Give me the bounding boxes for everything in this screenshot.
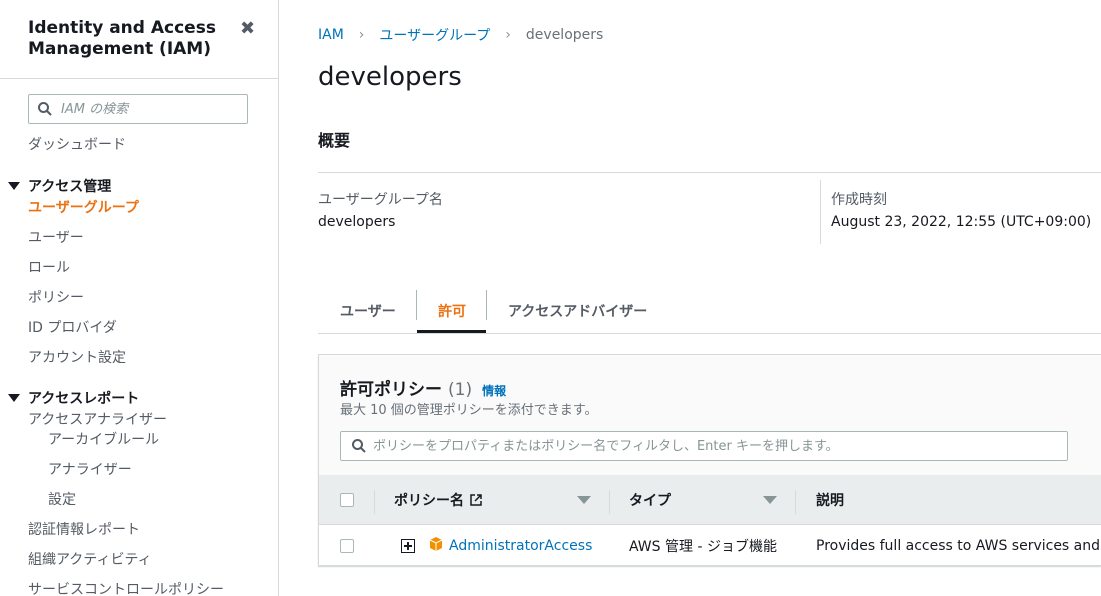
sidebar-search-input[interactable] bbox=[61, 101, 231, 117]
sidebar-section-access-management[interactable]: アクセス管理 bbox=[8, 176, 111, 196]
sidebar-item-policies[interactable]: ポリシー bbox=[28, 287, 84, 307]
column-separator bbox=[609, 490, 610, 514]
summary-divider bbox=[318, 172, 1101, 173]
panel-description: 最大 10 個の管理ポリシーを添付できます。 bbox=[340, 403, 598, 418]
policy-description: Provides full access to AWS services and… bbox=[816, 538, 1101, 554]
sidebar-section-label: アクセスレポート bbox=[28, 391, 140, 407]
info-link[interactable]: 情報 bbox=[482, 382, 506, 399]
sidebar-search[interactable] bbox=[28, 94, 248, 124]
breadcrumb-user-groups[interactable]: ユーザーグループ bbox=[379, 25, 490, 45]
page-title: developers bbox=[318, 62, 462, 92]
sort-caret-icon[interactable] bbox=[763, 496, 777, 504]
sidebar-item-dashboard[interactable]: ダッシュボード bbox=[28, 134, 126, 154]
table-header: ポリシー名 タイプ 説明 bbox=[319, 475, 1101, 525]
group-name-value: developers bbox=[318, 214, 396, 230]
sidebar-item-analyzers[interactable]: アナライザー bbox=[48, 459, 132, 479]
column-separator bbox=[374, 490, 375, 514]
sidebar-item-identity-providers[interactable]: ID プロバイダ bbox=[28, 317, 117, 337]
sidebar-item-archive-rules[interactable]: アーカイブルール bbox=[48, 429, 159, 449]
tab-separator bbox=[486, 290, 487, 320]
sidebar-item-user-groups[interactable]: ユーザーグループ bbox=[28, 197, 139, 217]
chevron-right-icon: › bbox=[505, 27, 511, 43]
column-header-description[interactable]: 説明 bbox=[816, 475, 844, 525]
breadcrumb: IAM › ユーザーグループ › developers bbox=[318, 25, 603, 45]
column-header-type[interactable]: タイプ bbox=[629, 475, 671, 525]
sidebar-item-access-analyzer[interactable]: アクセスアナライザー bbox=[28, 409, 167, 429]
summary-column-divider bbox=[820, 180, 821, 244]
caret-down-icon bbox=[8, 182, 20, 190]
sidebar-item-organization-activity[interactable]: 組織アクティビティ bbox=[28, 549, 152, 569]
expand-icon[interactable] bbox=[401, 539, 415, 553]
sidebar-item-credential-report[interactable]: 認証情報レポート bbox=[28, 519, 140, 539]
policy-type: AWS 管理 - ジョブ機能 bbox=[629, 539, 777, 555]
sidebar-divider bbox=[0, 78, 279, 79]
column-header-policy-name[interactable]: ポリシー名 bbox=[394, 475, 483, 525]
sidebar-item-roles[interactable]: ロール bbox=[28, 257, 70, 277]
column-header-label: ポリシー名 bbox=[394, 493, 464, 509]
tab-permissions[interactable]: 許可 bbox=[438, 288, 466, 333]
panel-header: 許可ポリシー (1) 情報 最大 10 個の管理ポリシーを添付できます。 bbox=[319, 355, 1101, 475]
sidebar-item-account-settings[interactable]: アカウント設定 bbox=[28, 347, 126, 367]
search-icon bbox=[352, 439, 366, 453]
column-separator bbox=[795, 490, 796, 514]
panel-title-text: 許可ポリシー bbox=[340, 380, 442, 400]
external-link-icon bbox=[470, 494, 482, 506]
policy-count: (1) bbox=[448, 380, 473, 400]
permission-policies-panel: 許可ポリシー (1) 情報 最大 10 個の管理ポリシーを添付できます。 ポリシ… bbox=[318, 354, 1101, 566]
close-icon[interactable]: ✖ bbox=[240, 18, 255, 39]
chevron-right-icon: › bbox=[358, 27, 365, 43]
tab-access-advisor[interactable]: アクセスアドバイザー bbox=[508, 288, 647, 333]
sidebar-title: Identity and Access Management (IAM) bbox=[28, 18, 216, 59]
group-name-label: ユーザーグループ名 bbox=[318, 192, 443, 208]
sidebar-section-label: アクセス管理 bbox=[28, 179, 112, 195]
sidebar: Identity and Access Management (IAM) ✖ ダ… bbox=[0, 0, 279, 596]
breadcrumb-iam[interactable]: IAM bbox=[318, 27, 344, 43]
tab-separator bbox=[416, 290, 417, 320]
sidebar-item-analyzer-settings[interactable]: 設定 bbox=[48, 489, 76, 509]
breadcrumb-current: developers bbox=[525, 27, 604, 43]
policy-filter-input[interactable] bbox=[373, 438, 1063, 454]
table-row: AdministratorAccess AWS 管理 - ジョブ機能 Provi… bbox=[319, 526, 1101, 566]
sidebar-item-users[interactable]: ユーザー bbox=[28, 227, 84, 247]
row-checkbox[interactable] bbox=[340, 539, 354, 553]
tab-users[interactable]: ユーザー bbox=[340, 288, 396, 333]
panel-title: 許可ポリシー (1) 情報 bbox=[340, 375, 506, 400]
tab-bar: ユーザー 許可 アクセスアドバイザー bbox=[318, 288, 1101, 334]
summary-title: 概要 bbox=[318, 131, 351, 150]
sidebar-section-access-reports[interactable]: アクセスレポート bbox=[8, 388, 139, 408]
caret-down-icon bbox=[8, 394, 20, 402]
sidebar-item-scp[interactable]: サービスコントロールポリシー bbox=[28, 579, 224, 596]
active-tab-indicator bbox=[417, 330, 486, 333]
policy-name-link[interactable]: AdministratorAccess bbox=[449, 526, 592, 566]
sort-caret-icon[interactable] bbox=[577, 496, 591, 504]
policy-cube-icon bbox=[429, 537, 443, 551]
search-icon bbox=[38, 102, 52, 116]
select-all-checkbox[interactable] bbox=[340, 493, 354, 507]
policy-filter[interactable] bbox=[340, 431, 1068, 461]
created-label: 作成時刻 bbox=[831, 192, 887, 208]
created-value: August 23, 2022, 12:55 (UTC+09:00) bbox=[831, 214, 1092, 230]
